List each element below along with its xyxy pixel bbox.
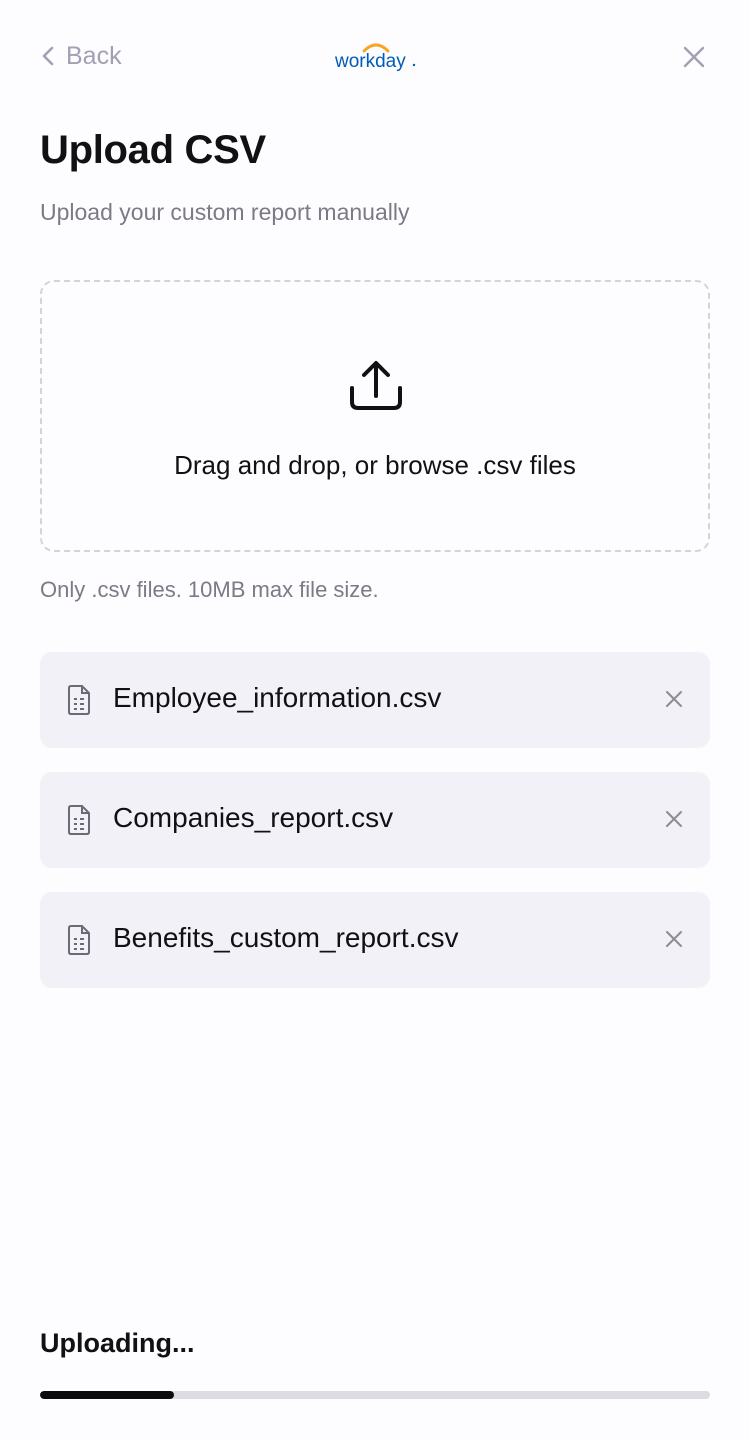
upload-progress-fill: [40, 1391, 174, 1399]
logo-text: workday: [334, 51, 406, 72]
close-icon[interactable]: [682, 45, 706, 69]
page-title: Upload CSV: [40, 128, 266, 172]
file-name: Benefits_custom_report.csv: [113, 922, 459, 953]
upload-icon: [350, 361, 402, 410]
upload-status: Uploading...: [40, 1328, 195, 1358]
file-name: Employee_information.csv: [113, 682, 442, 713]
remove-file-button[interactable]: [665, 690, 683, 708]
chevron-left-icon: [42, 46, 54, 66]
file-dropzone[interactable]: Drag and drop, or browse .csv files: [40, 280, 710, 552]
workday-logo: workday: [334, 43, 416, 72]
file-name: Companies_report.csv: [113, 802, 394, 833]
back-label: Back: [66, 41, 122, 70]
back-button[interactable]: Back: [40, 40, 122, 72]
file-icon: [68, 805, 90, 835]
file-item: Employee_information.csv: [40, 652, 710, 748]
file-item: Benefits_custom_report.csv: [40, 892, 710, 988]
dropzone-text[interactable]: Drag and drop, or browse .csv files: [42, 450, 708, 481]
remove-file-button[interactable]: [665, 810, 683, 828]
file-item: Companies_report.csv: [40, 772, 710, 868]
file-icon: [68, 925, 90, 955]
page-subtitle: Upload your custom report manually: [40, 199, 410, 225]
header: Back workday: [0, 0, 750, 112]
file-size-hint: Only .csv files. 10MB max file size.: [40, 577, 379, 602]
upload-progress-bar: [40, 1391, 710, 1399]
file-icon: [68, 685, 90, 715]
remove-file-button[interactable]: [665, 930, 683, 948]
